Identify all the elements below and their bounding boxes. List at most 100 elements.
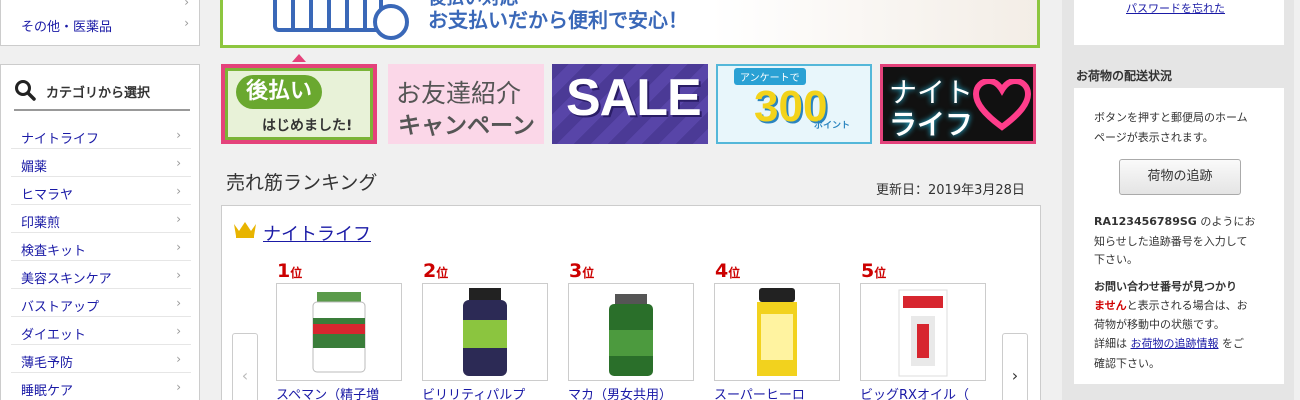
category-item[interactable]: 媚薬 › [11, 149, 191, 177]
active-indicator-arrow [292, 54, 306, 62]
promo-nightlife[interactable]: ナイト ライフ [880, 64, 1036, 144]
rank-value: 4 [715, 260, 729, 282]
tracking-text: のようにお [1200, 215, 1256, 228]
rank-value: 1 [277, 260, 291, 282]
calendar-icon [273, 0, 383, 32]
category-item-label[interactable]: ダイエット [21, 324, 86, 343]
chevron-right-icon: › [176, 352, 181, 366]
category-item[interactable]: ダイエット › [11, 317, 191, 345]
detail-suffix: をご [1222, 337, 1244, 350]
chevron-right-icon: › [176, 296, 181, 310]
atobarai-banner[interactable]: 後払い対応 お支払いだから便利で安心！ [220, 0, 1040, 48]
rank-value: 3 [569, 260, 583, 282]
warning-red: ません [1094, 299, 1127, 312]
promo-atobarai[interactable]: 後払い はじめました! [221, 64, 377, 144]
category-item-label[interactable]: 媚薬 [21, 156, 47, 175]
ranking-title: 売れ筋ランキング [226, 172, 378, 194]
sidebar-item-other-medicine[interactable]: その他・医薬品 [21, 16, 112, 35]
category-item-label[interactable]: バストアップ [21, 296, 99, 315]
detail-line: 詳細は お荷物の追跡情報 をご [1094, 334, 1244, 354]
promo-referral-line1: お友達紹介 [396, 79, 522, 108]
rank-suffix: 位 [436, 266, 449, 280]
track-package-button[interactable]: 荷物の追跡 [1119, 159, 1241, 195]
category-item[interactable]: 睡眠ケア › [11, 373, 191, 400]
promo-atobarai-subtitle: はじめました! [262, 118, 353, 134]
login-box: パスワードを忘れた [1074, 0, 1284, 45]
chevron-right-icon: › [176, 212, 181, 226]
promo-nightlife-line2: ライフ [889, 108, 974, 141]
category-item[interactable]: ナイトライフ › [11, 121, 191, 149]
promo-referral[interactable]: お友達紹介 キャンペーン [388, 64, 544, 144]
category-item-label[interactable]: ナイトライフ [21, 128, 99, 147]
category-item-label[interactable]: 睡眠ケア [21, 380, 73, 399]
ranking-category-link[interactable]: ナイトライフ [263, 220, 371, 246]
detail-prefix: 詳細は [1094, 337, 1127, 350]
forgot-password-link[interactable]: パスワードを忘れた [1126, 0, 1225, 16]
category-item-label[interactable]: ヒマラヤ [21, 184, 73, 203]
search-icon [14, 79, 36, 105]
rank-number: 4位 [715, 260, 740, 282]
ranking-updated-date: 更新日：2019年3月28日 [876, 183, 1025, 198]
tracking-line1: RA123456789SG のようにお [1094, 212, 1255, 232]
rank-value: 2 [423, 260, 437, 282]
warning-red-line1: お問い合わせ番号が見つかり [1094, 280, 1237, 293]
chevron-right-icon: › [184, 0, 189, 9]
tracking-example: RA123456789SG [1094, 215, 1197, 228]
category-item[interactable]: 印薬煎 › [11, 205, 191, 233]
chevron-right-icon: › [176, 240, 181, 254]
delivery-desc-line1: ボタンを押すと郵便局のホーム [1094, 111, 1248, 124]
category-item[interactable]: 検査キット › [11, 233, 191, 261]
rank-suffix: 位 [728, 266, 741, 280]
rank-suffix: 位 [874, 266, 887, 280]
promo-sale[interactable]: SALE [552, 64, 708, 144]
carousel-next-button[interactable]: › [1002, 333, 1028, 400]
product-image[interactable] [422, 283, 548, 381]
product-name-link[interactable]: スーパーヒーロ [714, 384, 805, 400]
carousel-prev-button[interactable]: ‹ [232, 333, 258, 400]
delivery-desc-line2: ページが表示されます。 [1094, 131, 1214, 144]
category-item-label[interactable]: 印薬煎 [21, 212, 60, 231]
delivery-status-box: ボタンを押すと郵便局のホーム ページが表示されます。 荷物の追跡 RA12345… [1074, 88, 1284, 384]
category-box: カテゴリから選択 ナイトライフ › 媚薬 › ヒマラヤ › 印薬煎 › 検査キット › 美… [0, 64, 200, 400]
promo-sale-text: SALE [566, 69, 702, 127]
right-sidebar: パスワードを忘れた お荷物の配送状況 ボタンを押すと郵便局のホーム ページが表示… [1062, 0, 1294, 400]
detail-end: 確認下さい。 [1094, 357, 1160, 370]
rank-suffix: 位 [582, 266, 595, 280]
promo-atobarai-title: 後払い [236, 75, 323, 109]
crown-icon [232, 219, 258, 243]
category-item[interactable]: 美容スキンケア › [11, 261, 191, 289]
product-image[interactable] [568, 283, 694, 381]
chevron-right-icon: › [1011, 366, 1019, 385]
chevron-right-icon: › [176, 268, 181, 282]
rank-number: 2位 [423, 260, 448, 282]
category-item[interactable]: 薄毛予防 › [11, 345, 191, 373]
category-item[interactable]: ヒマラヤ › [11, 177, 191, 205]
product-name-link[interactable]: マカ（男女共用） [568, 384, 672, 400]
warning-text: と表示される場合は、お [1126, 299, 1248, 312]
heart-icon [972, 77, 1032, 135]
category-item-label[interactable]: 検査キット [21, 240, 86, 259]
product-image[interactable] [860, 283, 986, 381]
promo-survey[interactable]: アンケートで 300 ポイント [716, 64, 872, 144]
chevron-right-icon: › [184, 16, 189, 30]
warning-line3: 荷物が移動中の状態です。 [1094, 318, 1225, 331]
category-heading-label: カテゴリから選択 [46, 86, 151, 101]
product-name-link[interactable]: スペマン（精子増 [276, 384, 379, 400]
product-image[interactable] [276, 283, 402, 381]
tracking-info-link[interactable]: お荷物の追跡情報 [1131, 337, 1219, 350]
promo-survey-unit: ポイント [814, 121, 851, 131]
tracking-line2: 知らせした追跡番号を入力して [1094, 235, 1248, 248]
category-heading: カテゴリから選択 [14, 77, 190, 111]
chevron-right-icon: › [176, 184, 181, 198]
rank-number: 5位 [861, 260, 886, 282]
product-name-link[interactable]: ビッグRXオイル（ [860, 384, 969, 400]
product-image[interactable] [714, 283, 840, 381]
chevron-right-icon: › [176, 380, 181, 394]
category-item-label[interactable]: 薄毛予防 [21, 352, 73, 371]
category-item-label[interactable]: 美容スキンケア [21, 268, 112, 287]
product-name-link[interactable]: ビリリティパルプ [422, 384, 525, 400]
chevron-right-icon: › [176, 128, 181, 142]
ranking-box: ナイトライフ 1位 2位 3位 4位 5位 スペマン（精子増 ビリリティパルプ … [221, 205, 1041, 400]
chevron-right-icon: › [176, 324, 181, 338]
category-item[interactable]: バストアップ › [11, 289, 191, 317]
